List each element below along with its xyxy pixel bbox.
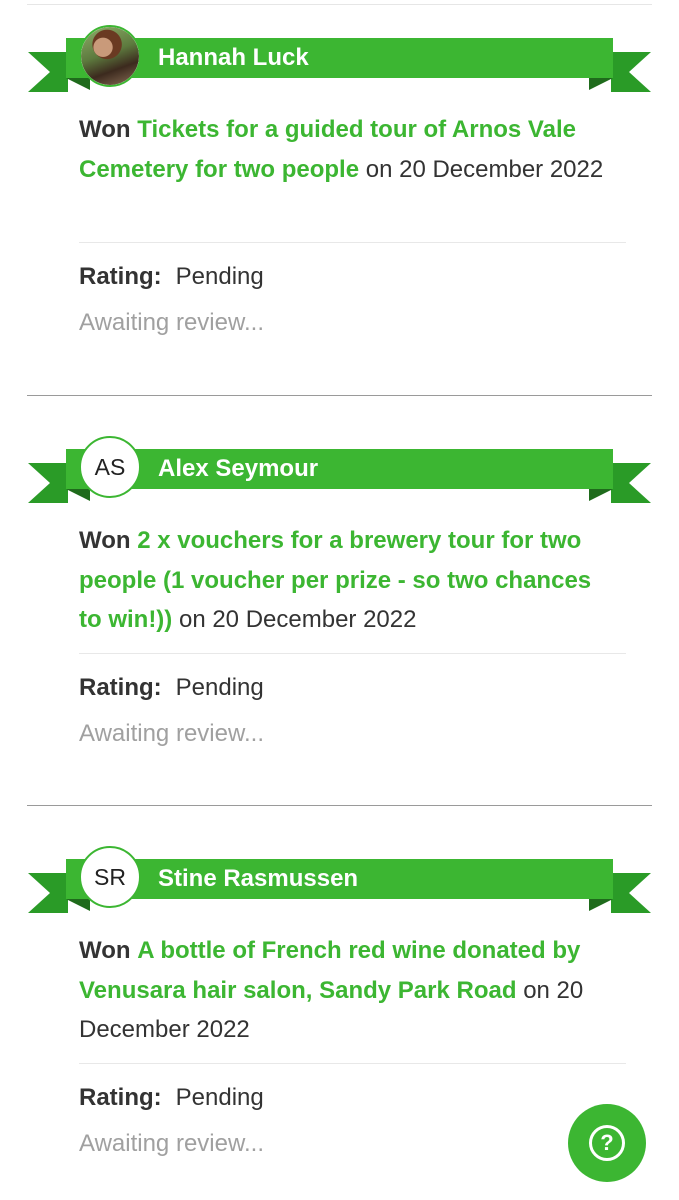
entry-separator xyxy=(79,653,626,654)
ribbon-band xyxy=(66,449,613,489)
ribbon-band xyxy=(66,38,613,78)
rating-row: Rating: Pending xyxy=(79,674,264,702)
winner-name[interactable]: Stine Rasmussen xyxy=(158,859,358,899)
entry-divider xyxy=(27,805,652,806)
ribbon-fold-left xyxy=(66,899,90,911)
ribbon-tail-right xyxy=(611,873,651,913)
winner-name[interactable]: Hannah Luck xyxy=(158,38,309,78)
ribbon-fold-left xyxy=(66,489,90,501)
prize-link[interactable]: A bottle of French red wine donated by V… xyxy=(79,937,580,1004)
won-date: on 20 December 2022 xyxy=(365,155,604,183)
prize-text: Won Tickets for a guided tour of Arnos V… xyxy=(79,110,607,189)
won-word: Won xyxy=(79,527,131,554)
won-word: Won xyxy=(79,116,131,143)
entry-separator xyxy=(79,242,626,243)
entry-divider xyxy=(27,395,652,396)
rating-value: Pending xyxy=(175,1084,264,1111)
ribbon-tail-right xyxy=(611,52,651,92)
review-text: Awaiting review... xyxy=(79,1130,264,1157)
won-date: on 20 December 2022 xyxy=(178,606,417,633)
rating-row: Rating: Pending xyxy=(79,263,264,291)
rating-value: Pending xyxy=(175,674,264,701)
won-word: Won xyxy=(79,937,131,964)
ribbon-tail-left xyxy=(28,463,68,503)
winner-name[interactable]: Alex Seymour xyxy=(158,449,318,489)
rating-label: Rating: xyxy=(79,263,162,290)
review-text: Awaiting review... xyxy=(79,720,264,747)
prize-text: Won A bottle of French red wine donated … xyxy=(79,931,607,1050)
rating-value: Pending xyxy=(175,263,264,290)
ribbon-tail-left xyxy=(28,52,68,92)
rating-label: Rating: xyxy=(79,674,162,701)
ribbon-fold-right xyxy=(589,899,613,911)
ribbon-fold-right xyxy=(589,78,613,90)
avatar-photo xyxy=(81,27,139,85)
ribbon-fold-right xyxy=(589,489,613,501)
prize-text: Won 2 x vouchers for a brewery tour for … xyxy=(79,521,607,640)
question-mark-icon: ? xyxy=(589,1125,625,1161)
ribbon-fold-left xyxy=(66,78,90,90)
avatar[interactable]: SR xyxy=(79,846,141,908)
avatar[interactable] xyxy=(79,25,141,87)
rating-row: Rating: Pending xyxy=(79,1084,264,1112)
avatar[interactable]: AS xyxy=(79,436,141,498)
ribbon-tail-right xyxy=(611,463,651,503)
review-text: Awaiting review... xyxy=(79,309,264,336)
rating-label: Rating: xyxy=(79,1084,162,1111)
entry-separator xyxy=(79,1063,626,1064)
ribbon-tail-left xyxy=(28,873,68,913)
help-button[interactable]: ? xyxy=(568,1104,646,1182)
top-divider xyxy=(27,4,652,5)
